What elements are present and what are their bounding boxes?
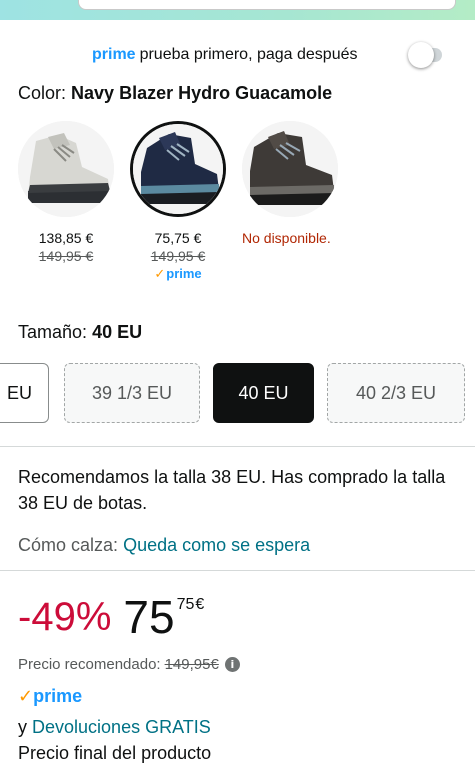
color-swatch-dark-brown[interactable] xyxy=(242,121,338,217)
size-value: 40 EU xyxy=(92,322,143,342)
divider xyxy=(0,570,475,571)
prime-check-icon: ✓ xyxy=(154,266,166,281)
color-value: Navy Blazer Hydro Guacamole xyxy=(71,83,333,103)
prime-badge-label: prime xyxy=(33,686,83,706)
recommended-price-label: Precio recomendado: xyxy=(18,656,161,673)
price-currency: € xyxy=(195,596,205,613)
returns-prefix: y xyxy=(18,717,27,737)
recommended-price-value: 149,95€ xyxy=(164,656,219,673)
search-box[interactable] xyxy=(78,0,456,10)
swatch-unavailable-text: No disponible. xyxy=(242,230,331,246)
swatch-old-price: 149,95 € xyxy=(38,248,94,264)
swatch-price-light-grey: 138,85 € 149,95 € xyxy=(18,230,114,264)
swatch-old-price: 149,95 € xyxy=(150,248,206,264)
prime-logo: prime xyxy=(92,46,136,63)
dark-brown-boot-image xyxy=(242,121,338,217)
prime-trial-row: prime prueba primero, paga después xyxy=(0,38,475,74)
fit-info: Cómo calza: Queda como se espera xyxy=(18,535,310,556)
color-label: Color: xyxy=(18,83,67,103)
color-swatch-light-grey[interactable] xyxy=(18,121,114,217)
size-option[interactable]: 40 2/3 EU xyxy=(327,363,465,423)
prime-trial-text: prime prueba primero, paga después xyxy=(92,46,358,64)
swatch-prime-badge: ✓prime xyxy=(130,266,226,282)
prime-trial-label: prueba primero, paga después xyxy=(139,46,358,63)
swatch-current-price: 138,85 € xyxy=(38,230,94,246)
prime-trial-toggle[interactable] xyxy=(408,42,442,68)
color-swatch-navy[interactable] xyxy=(130,121,226,217)
size-option[interactable]: 39 1/3 EU xyxy=(64,363,200,423)
price-whole: 75 xyxy=(123,591,175,643)
price-fraction: 75 xyxy=(176,596,195,613)
swatch-price-navy: 75,75 € 149,95 € ✓prime xyxy=(130,230,226,282)
navy-boot-image xyxy=(133,124,223,214)
info-icon[interactable]: i xyxy=(224,657,240,672)
fit-label: Cómo calza: xyxy=(18,535,119,555)
prime-check-icon: ✓ xyxy=(18,686,34,706)
size-heading: Tamaño: 40 EU xyxy=(18,322,142,343)
price-block: -49% 75 75€ xyxy=(18,594,204,640)
swatch-prime-label: prime xyxy=(166,266,202,281)
free-returns: y Devoluciones GRATIS xyxy=(18,717,211,738)
free-returns-link[interactable]: Devoluciones GRATIS xyxy=(32,717,211,737)
fit-value-link[interactable]: Queda como se espera xyxy=(123,535,310,555)
light-grey-boot-image xyxy=(18,121,114,217)
recommended-price: Precio recomendado: 149,95€ i xyxy=(18,656,240,673)
discount-percent: -49% xyxy=(18,595,112,639)
swatch-current-price: 75,75 € xyxy=(154,230,202,246)
prime-badge: ✓prime xyxy=(18,686,82,707)
toggle-knob xyxy=(408,42,434,68)
final-price-text: Precio final del producto xyxy=(18,743,212,763)
size-label: Tamaño: xyxy=(18,322,88,342)
size-option[interactable]: EU xyxy=(0,363,49,423)
size-recommendation: Recomendamos la talla 38 EU. Has comprad… xyxy=(18,467,446,513)
color-heading: Color: Navy Blazer Hydro Guacamole xyxy=(18,83,332,104)
size-option-selected[interactable]: 40 EU xyxy=(213,363,314,423)
divider xyxy=(0,446,475,447)
